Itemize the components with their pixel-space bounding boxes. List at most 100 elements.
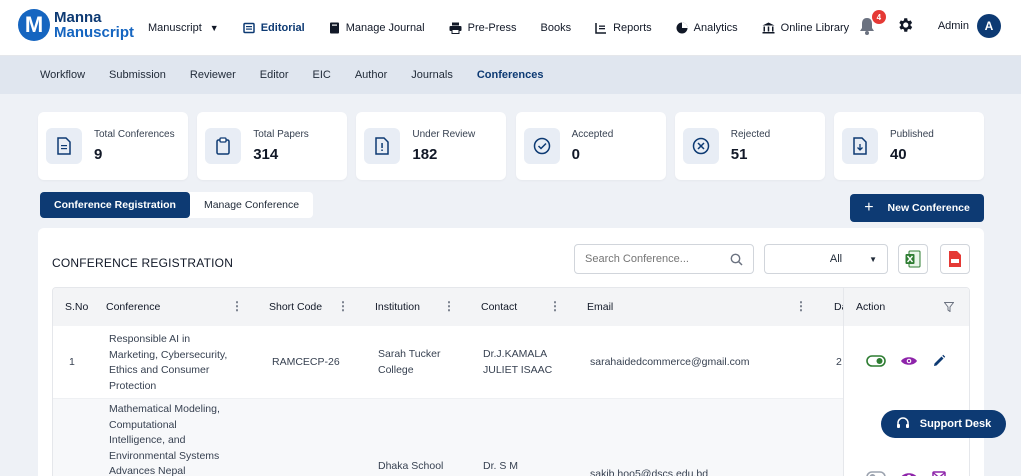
cell-sno: 1 xyxy=(69,356,75,368)
pie-chart-icon xyxy=(676,22,688,34)
manuscript-dropdown[interactable]: Manuscript ▼ xyxy=(148,22,219,34)
eye-icon[interactable] xyxy=(900,471,918,476)
mail-icon[interactable] xyxy=(932,471,946,476)
pdf-icon xyxy=(949,251,961,267)
book-icon xyxy=(329,22,339,34)
tab-conferences[interactable]: Conferences xyxy=(477,69,544,81)
tab-reviewer[interactable]: Reviewer xyxy=(190,69,236,81)
logo-line-1: Manna xyxy=(54,9,102,26)
header-email[interactable]: Email xyxy=(587,301,613,313)
stats-row: Total Conferences 9 Total Papers 314 Under… xyxy=(38,112,984,180)
stat-value: 182 xyxy=(412,146,438,163)
new-conference-button[interactable]: + New Conference xyxy=(850,194,984,222)
library-icon xyxy=(762,22,775,34)
export-pdf-button[interactable] xyxy=(940,244,970,274)
chevron-down-icon: ▼ xyxy=(869,254,877,264)
printer-icon xyxy=(449,22,462,34)
edit-icon[interactable] xyxy=(932,354,946,368)
header-sno: S.No xyxy=(65,301,89,313)
user-name[interactable]: Admin xyxy=(938,20,969,32)
logo-badge: M xyxy=(18,9,50,41)
top-bar: M Manna Manuscript Manuscript ▼ Editoria… xyxy=(0,0,1021,56)
column-menu-icon[interactable]: ⋮ xyxy=(443,299,455,313)
settings-button[interactable] xyxy=(896,16,916,36)
stat-under-review: Under Review 182 xyxy=(356,112,507,180)
notification-count-badge: 4 xyxy=(871,10,886,24)
header-contact[interactable]: Contact xyxy=(481,301,517,313)
cell-short-code: RAMCECP-26 xyxy=(272,356,340,368)
manuscript-label: Manuscript xyxy=(148,22,202,34)
stat-value: 40 xyxy=(889,146,907,163)
sub-nav: Workflow Submission Reviewer Editor EIC … xyxy=(0,56,1021,94)
support-desk-button[interactable]: Support Desk xyxy=(881,410,1006,438)
notifications-button[interactable]: 4 xyxy=(858,10,886,36)
nav-online-library[interactable]: Online Library xyxy=(762,22,849,34)
column-menu-icon[interactable]: ⋮ xyxy=(337,299,349,313)
tab-editor[interactable]: Editor xyxy=(260,69,289,81)
eye-icon[interactable] xyxy=(900,355,918,367)
nav-online-library-label: Online Library xyxy=(780,22,850,34)
alert-document-icon xyxy=(375,137,390,155)
cell-email: sarahaidedcommerce@gmail.com xyxy=(590,356,750,368)
nav-books[interactable]: Books xyxy=(541,22,572,34)
nav-editorial[interactable]: Editorial xyxy=(242,22,305,34)
filter-icon[interactable] xyxy=(944,302,954,312)
reports-icon xyxy=(595,23,607,34)
header-action: Action xyxy=(856,301,886,313)
nav-reports[interactable]: Reports xyxy=(595,22,652,34)
nav-manage-journal[interactable]: Manage Journal xyxy=(329,22,425,34)
avatar[interactable]: A xyxy=(977,14,1001,38)
cell-email: sakib.hoo5@dscs.edu.bd xyxy=(590,468,709,476)
chevron-down-icon: ▼ xyxy=(209,23,219,33)
support-desk-label: Support Desk xyxy=(919,418,992,430)
stat-value: 9 xyxy=(94,146,103,163)
nav-reports-label: Reports xyxy=(613,22,652,34)
headset-icon xyxy=(896,417,909,428)
toggle-icon[interactable] xyxy=(866,355,886,367)
nav-books-label: Books xyxy=(540,22,572,34)
logo-line-2: Manuscript xyxy=(54,24,135,41)
header-conference[interactable]: Conference xyxy=(106,301,160,313)
search-input[interactable] xyxy=(585,253,715,265)
cell-date: 2 xyxy=(836,356,842,368)
registration-panel: CONFERENCE REGISTRATION All ▼ S.No Confe… xyxy=(38,228,984,476)
export-excel-button[interactable] xyxy=(898,244,928,274)
stat-label: Published xyxy=(889,129,934,140)
nav-pre-press[interactable]: Pre-Press xyxy=(449,22,517,34)
stat-value: 51 xyxy=(730,146,748,163)
header-short-code[interactable]: Short Code xyxy=(269,301,322,313)
column-menu-icon[interactable]: ⋮ xyxy=(549,299,561,313)
header-institution[interactable]: Institution xyxy=(375,301,420,313)
cell-conference: Responsible AI in Marketing, Cybersecuri… xyxy=(109,333,228,392)
status-filter-select[interactable]: All ▼ xyxy=(764,244,888,274)
stat-label: Total Papers xyxy=(253,129,309,140)
nav-manage-journal-label: Manage Journal xyxy=(345,22,425,34)
nav-analytics[interactable]: Analytics xyxy=(676,22,738,34)
table-header: S.No Conference ⋮ Short Code ⋮ Instituti… xyxy=(53,288,969,326)
tab-journals[interactable]: Journals xyxy=(411,69,453,81)
stat-total-conferences: Total Conferences 9 xyxy=(38,112,188,180)
column-menu-icon[interactable]: ⋮ xyxy=(231,299,243,313)
stat-value: 0 xyxy=(571,146,580,163)
gear-icon xyxy=(899,18,913,32)
new-conference-label: New Conference xyxy=(887,202,970,214)
logo[interactable]: M Manna Manuscript xyxy=(18,9,134,41)
download-document-icon xyxy=(853,137,867,155)
cell-contact: Dr. S M xyxy=(483,460,519,472)
tab-author[interactable]: Author xyxy=(355,69,387,81)
table-row: 2 Mathematical Modeling, Computational I… xyxy=(53,399,969,476)
stat-published: Published 40 xyxy=(833,112,984,180)
tab-eic[interactable]: EIC xyxy=(313,69,331,81)
toggle-icon[interactable] xyxy=(866,471,886,476)
stat-rejected: Rejected 51 xyxy=(674,112,825,180)
top-nav: Manuscript ▼ Editorial Manage Journal Pr… xyxy=(148,0,873,56)
tab-workflow[interactable]: Workflow xyxy=(40,69,85,81)
tab-manage-conference[interactable]: Manage Conference xyxy=(190,192,313,218)
editorial-icon xyxy=(242,22,255,34)
column-menu-icon[interactable]: ⋮ xyxy=(795,299,807,313)
tab-conference-registration[interactable]: Conference Registration xyxy=(40,192,190,218)
clipboard-icon xyxy=(216,137,230,155)
stat-label: Total Conferences xyxy=(94,129,175,140)
tab-submission[interactable]: Submission xyxy=(109,69,166,81)
document-icon xyxy=(57,137,71,155)
